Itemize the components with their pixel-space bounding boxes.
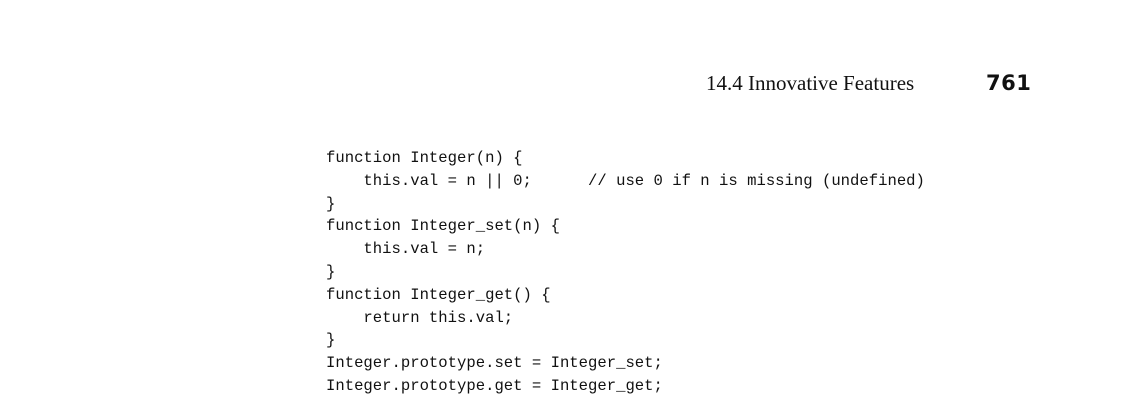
code-line: function Integer(n) {	[326, 149, 523, 167]
section-title: 14.4 Innovative Features	[706, 71, 915, 95]
code-line: function Integer_get() {	[326, 285, 551, 304]
code-line: function Integer_set(n) {	[326, 217, 560, 236]
code-listing: function Integer(n) { this.val = n || 0;…	[326, 147, 925, 398]
code-line: }	[326, 194, 336, 213]
code-line: Integer.prototype.get = Integer_get;	[326, 376, 663, 395]
code-line: Integer.prototype.set = Integer_set;	[326, 354, 663, 373]
page-number: 761	[986, 71, 1032, 95]
running-header: 14.4 Innovative Features 761	[0, 70, 1128, 98]
code-line: }	[326, 262, 336, 281]
code-line: return this.val;	[326, 308, 514, 327]
code-line: }	[326, 331, 336, 350]
code-line: this.val = n;	[326, 240, 486, 259]
code-line: this.val = n || 0; // use 0 if n is miss…	[326, 171, 925, 190]
book-page: 14.4 Innovative Features 761 function In…	[0, 0, 1128, 410]
